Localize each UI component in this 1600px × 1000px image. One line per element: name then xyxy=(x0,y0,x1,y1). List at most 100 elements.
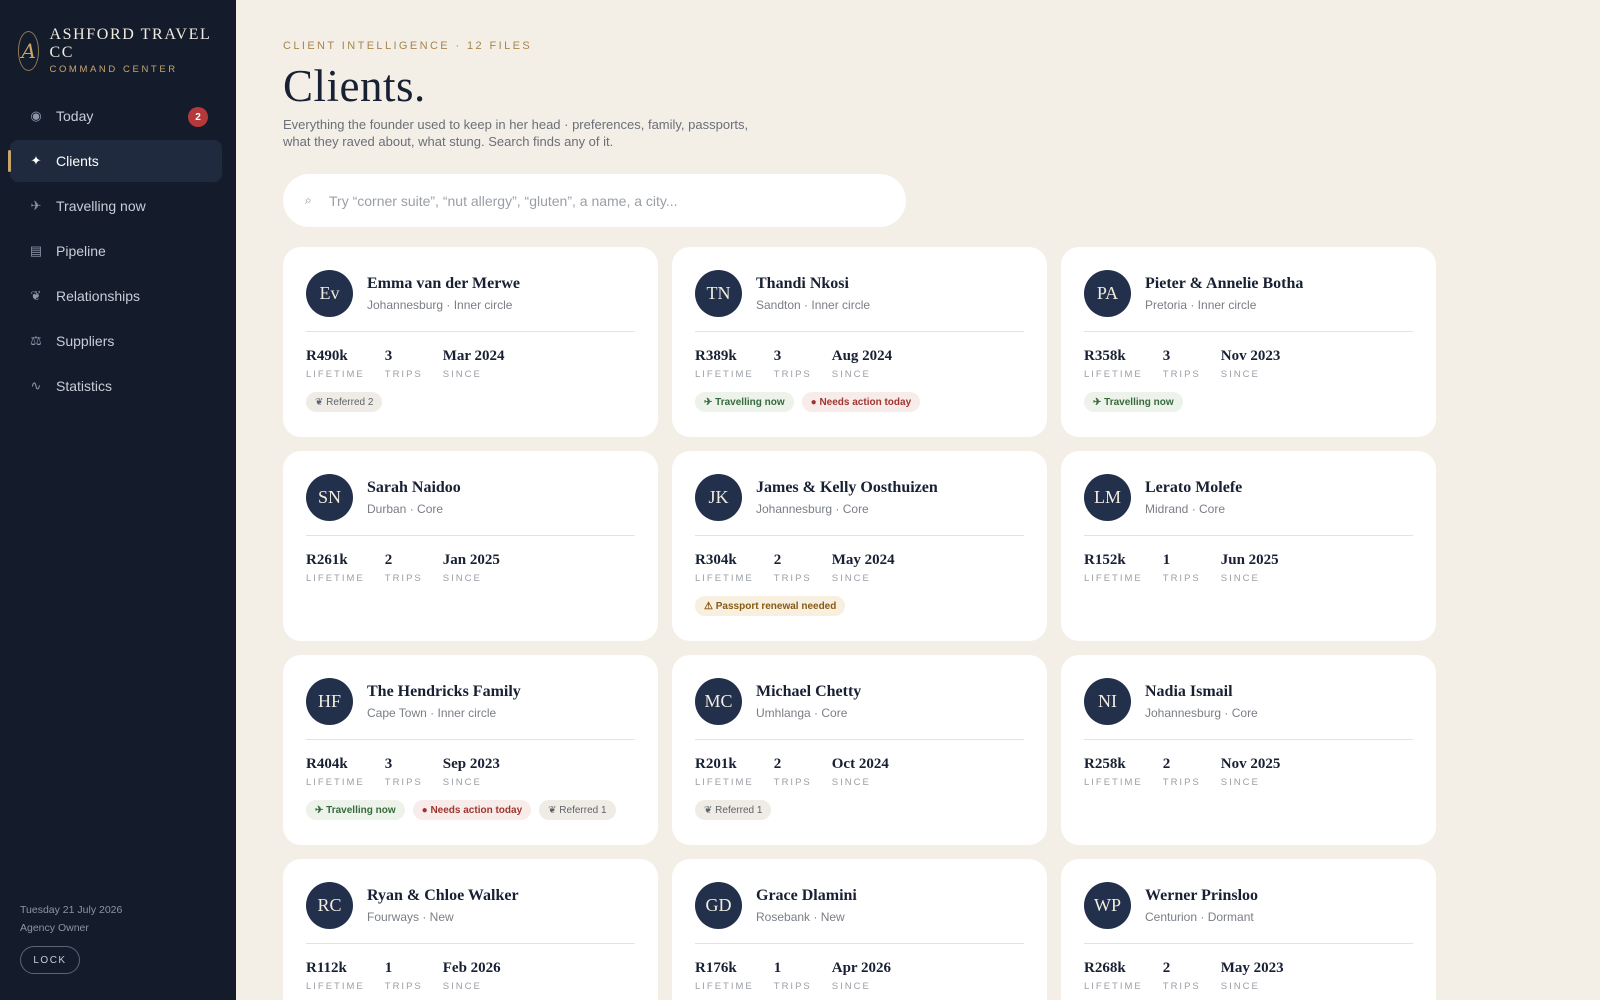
tag-referred: ❦ Referred 2 xyxy=(306,392,383,412)
stat-value: R112k xyxy=(306,960,347,976)
stat-label: TRIPS xyxy=(773,573,812,584)
client-tags: ✈ Travelling now xyxy=(1084,392,1413,412)
client-name: Emma van der Merwe xyxy=(367,274,520,292)
avatar: HF xyxy=(306,677,353,725)
client-stats: R304k LIFETIME 2 TRIPS May 2024 SINCE xyxy=(695,552,1024,584)
stat-since: Oct 2024 SINCE xyxy=(832,756,889,788)
stat-label: SINCE xyxy=(442,369,482,380)
stat-value: 2 xyxy=(1162,960,1171,976)
lock-button[interactable]: LOCK xyxy=(20,946,80,974)
tag-travel: ✈ Travelling now xyxy=(306,800,405,820)
client-identity: The Hendricks Family Cape Town · Inner ci… xyxy=(367,683,521,720)
divider xyxy=(1084,739,1413,740)
client-meta: Rosebank · New xyxy=(756,909,845,924)
sidebar-item-travelling-now[interactable]: ✈ Travelling now xyxy=(10,185,222,227)
sidebar-item-label: Relationships xyxy=(56,288,141,304)
clients-icon: ✦ xyxy=(30,153,42,168)
stat-value: 2 xyxy=(384,552,393,568)
card-header: MC Michael Chetty Umhlanga · Core xyxy=(695,677,1024,725)
current-date: Tuesday 21 July 2026 xyxy=(20,904,123,916)
stat-value: 2 xyxy=(773,756,782,772)
stat-label: TRIPS xyxy=(384,369,423,380)
sidebar-item-relationships[interactable]: ❦ Relationships xyxy=(10,275,222,317)
client-name: Sarah Naidoo xyxy=(367,478,461,496)
client-card[interactable]: HF The Hendricks Family Cape Town · Inner … xyxy=(283,655,658,845)
stat-value: R152k xyxy=(1084,552,1126,568)
stat-label: TRIPS xyxy=(773,777,812,788)
sidebar-item-clients[interactable]: ✦ Clients xyxy=(8,140,222,182)
main-content: CLIENT INTELLIGENCE · 12 FILES Clients. … xyxy=(283,0,1583,1000)
search-input[interactable] xyxy=(329,192,869,209)
client-card[interactable]: Ev Emma van der Merwe Johannesburg · Inner… xyxy=(283,247,658,437)
stat-label: TRIPS xyxy=(384,777,423,788)
client-identity: Lerato Molefe Midrand · Core xyxy=(1145,479,1242,516)
client-card[interactable]: GD Grace Dlamini Rosebank · New R176k LIFETI… xyxy=(672,859,1047,1000)
sidebar-item-today[interactable]: ◉ Today 2 xyxy=(10,95,222,137)
card-header: HF The Hendricks Family Cape Town · Inner … xyxy=(306,677,635,725)
divider xyxy=(306,739,635,740)
client-stats: R152k LIFETIME 1 TRIPS Jun 2025 SINCE xyxy=(1084,552,1413,584)
client-card[interactable]: NI Nadia Ismail Johannesburg · Core R258k LI… xyxy=(1061,655,1436,845)
card-header: GD Grace Dlamini Rosebank · New xyxy=(695,881,1024,929)
client-name: Michael Chetty xyxy=(756,682,862,700)
avatar: PA xyxy=(1084,269,1131,317)
client-meta: Umhlanga · Core xyxy=(756,705,848,720)
client-tags: ❦ Referred 2 xyxy=(306,392,635,412)
client-grid: Ev Emma van der Merwe Johannesburg · Inner… xyxy=(283,247,1443,1000)
tag-travel: ✈ Travelling now xyxy=(695,392,794,412)
stat-label: SINCE xyxy=(1220,777,1260,788)
stat-lifetime: R358k LIFETIME xyxy=(1084,348,1143,380)
stat-value: 3 xyxy=(1162,348,1171,364)
stat-since: Jun 2025 SINCE xyxy=(1221,552,1279,584)
client-card[interactable]: TN Thandi Nkosi Sandton · Inner circle R389… xyxy=(672,247,1047,437)
tag-referred: ❦ Referred 1 xyxy=(695,800,772,820)
stat-label: LIFETIME xyxy=(1084,777,1143,788)
client-name: Werner Prinsloo xyxy=(1145,886,1259,904)
plane-icon: ✈ xyxy=(30,198,42,213)
client-name: James & Kelly Oosthuizen xyxy=(756,478,938,496)
client-card[interactable]: MC Michael Chetty Umhlanga · Core R201k LIFE… xyxy=(672,655,1047,845)
divider xyxy=(695,739,1024,740)
card-header: NI Nadia Ismail Johannesburg · Core xyxy=(1084,677,1413,725)
card-header: WP Werner Prinsloo Centurion · Dormant xyxy=(1084,881,1413,929)
sidebar-item-suppliers[interactable]: ⚖ Suppliers xyxy=(10,320,222,362)
stat-lifetime: R490k LIFETIME xyxy=(306,348,365,380)
client-card[interactable]: JK James & Kelly Oosthuizen Johannesburg ·… xyxy=(672,451,1047,641)
sidebar-item-statistics[interactable]: ∿ Statistics xyxy=(10,365,222,407)
divider xyxy=(1084,535,1413,536)
avatar: GD xyxy=(695,881,742,929)
tag-passport: ⚠ Passport renewal needed xyxy=(695,596,846,616)
stat-lifetime: R404k LIFETIME xyxy=(306,756,365,788)
stat-since: Nov 2025 SINCE xyxy=(1221,756,1281,788)
stat-label: TRIPS xyxy=(1162,777,1201,788)
client-card[interactable]: WP Werner Prinsloo Centurion · Dormant R268… xyxy=(1061,859,1436,1000)
stat-value: 3 xyxy=(773,348,782,364)
stat-label: SINCE xyxy=(831,777,871,788)
stat-lifetime: R112k LIFETIME xyxy=(306,960,365,992)
page-title: Clients. xyxy=(283,61,426,111)
stat-value: Feb 2026 xyxy=(442,960,501,976)
card-header: RC Ryan & Chloe Walker Fourways · New xyxy=(306,881,635,929)
client-card[interactable]: PA Pieter & Annelie Botha Pretoria · Inner… xyxy=(1061,247,1436,437)
avatar: LM xyxy=(1084,473,1131,521)
stat-label: TRIPS xyxy=(1162,573,1201,584)
sidebar-item-pipeline[interactable]: ▤ Pipeline xyxy=(10,230,222,272)
client-name: Grace Dlamini xyxy=(756,886,857,904)
stat-label: SINCE xyxy=(442,777,482,788)
stat-label: SINCE xyxy=(1220,573,1260,584)
statistics-icon: ∿ xyxy=(30,378,42,393)
client-name: Nadia Ismail xyxy=(1145,682,1233,700)
search-bar[interactable]: ⌕ xyxy=(283,174,906,227)
stat-value: Nov 2025 xyxy=(1220,756,1281,772)
sidebar-item-label: Statistics xyxy=(56,378,113,394)
client-meta: Midrand · Core xyxy=(1145,501,1226,516)
client-card[interactable]: LM Lerato Molefe Midrand · Core R152k LIFETI… xyxy=(1061,451,1436,641)
client-card[interactable]: SN Sarah Naidoo Durban · Core R261k LIFETIME… xyxy=(283,451,658,641)
divider xyxy=(306,331,635,332)
client-identity: Thandi Nkosi Sandton · Inner circle xyxy=(756,275,870,312)
stat-value: 1 xyxy=(773,960,782,976)
client-card[interactable]: RC Ryan & Chloe Walker Fourways · New R112k… xyxy=(283,859,658,1000)
avatar: WP xyxy=(1084,881,1131,929)
stat-lifetime: R304k LIFETIME xyxy=(695,552,754,584)
divider xyxy=(1084,943,1413,944)
